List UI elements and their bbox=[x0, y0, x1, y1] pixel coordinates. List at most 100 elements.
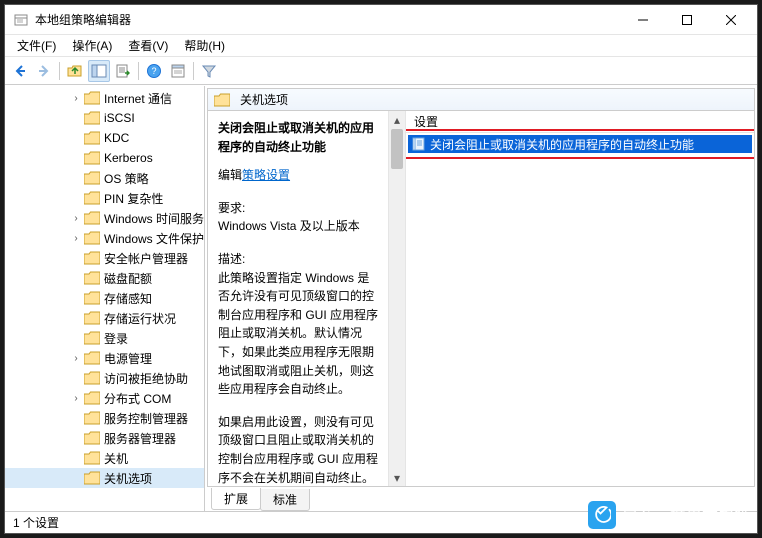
tree-node-label: 电源管理 bbox=[104, 350, 152, 367]
tree-node-label: Windows 文件保护 bbox=[104, 230, 204, 247]
statusbar: 1 个设置 bbox=[5, 511, 757, 533]
tree-node[interactable]: KDC bbox=[5, 128, 205, 148]
menu-help[interactable]: 帮助(H) bbox=[176, 35, 233, 56]
tree-node[interactable]: PIN 复杂性 bbox=[5, 188, 205, 208]
tree-node[interactable]: 关机 bbox=[5, 448, 205, 468]
requirements-label: 要求: bbox=[218, 199, 380, 218]
scroll-thumb[interactable] bbox=[391, 129, 403, 169]
help-button[interactable]: ? bbox=[143, 60, 165, 82]
tree-node[interactable]: 存储感知 bbox=[5, 288, 205, 308]
scroll-down-icon[interactable]: ▾ bbox=[389, 469, 405, 486]
tree-node-label: iSCSI bbox=[104, 111, 135, 125]
tree-node-label: 存储运行状况 bbox=[104, 310, 176, 327]
details-header: 关机选项 bbox=[208, 89, 754, 111]
tree-node[interactable]: 安全帐户管理器 bbox=[5, 248, 205, 268]
folder-icon bbox=[84, 431, 100, 445]
tree-node-label: 存储感知 bbox=[104, 290, 152, 307]
expander-icon[interactable]: › bbox=[69, 351, 83, 365]
properties-button[interactable] bbox=[167, 60, 189, 82]
app-window: 本地组策略编辑器 文件(F) 操作(A) 查看(V) 帮助(H) bbox=[4, 4, 758, 534]
folder-icon bbox=[84, 271, 100, 285]
edit-policy-link[interactable]: 策略设置 bbox=[242, 168, 290, 182]
policy-description: 关闭会阻止或取消关机的应用程序的自动终止功能 编辑策略设置 要求: Window… bbox=[208, 111, 388, 486]
menu-action[interactable]: 操作(A) bbox=[64, 35, 120, 56]
tree-node[interactable]: 存储运行状况 bbox=[5, 308, 205, 328]
folder-icon bbox=[84, 91, 100, 105]
expander-icon[interactable]: › bbox=[69, 211, 83, 225]
edit-label: 编辑 bbox=[218, 168, 242, 182]
menu-file[interactable]: 文件(F) bbox=[9, 35, 64, 56]
list-item[interactable]: 关闭会阻止或取消关机的应用程序的自动终止功能 bbox=[408, 135, 752, 153]
export-list-button[interactable] bbox=[112, 60, 134, 82]
tree-node-label: Kerberos bbox=[104, 151, 153, 165]
policy-icon bbox=[412, 137, 426, 151]
toolbar: ? bbox=[5, 57, 757, 85]
scroll-up-icon[interactable]: ▴ bbox=[389, 111, 405, 128]
tree-node[interactable]: OS 策略 bbox=[5, 168, 205, 188]
details-pane: 关机选项 关闭会阻止或取消关机的应用程序的自动终止功能 编辑策略设置 要求: W… bbox=[207, 88, 755, 487]
folder-icon bbox=[84, 131, 100, 145]
tree-node-label: Internet 通信 bbox=[104, 90, 172, 107]
tree-node[interactable]: › Internet 通信 bbox=[5, 88, 205, 108]
tree-node-label: 登录 bbox=[104, 330, 128, 347]
maximize-button[interactable] bbox=[665, 5, 709, 35]
tree-node[interactable]: iSCSI bbox=[5, 108, 205, 128]
tree-node[interactable]: › Windows 文件保护 bbox=[5, 228, 205, 248]
expander-icon[interactable]: › bbox=[69, 91, 83, 105]
folder-icon bbox=[84, 411, 100, 425]
expander-icon[interactable]: › bbox=[69, 231, 83, 245]
tree[interactable]: › Internet 通信 iSCSI KDC Kerberos OS 策略 PIN 复杂性… bbox=[5, 86, 205, 511]
folder-icon bbox=[84, 231, 100, 245]
folder-icon bbox=[84, 291, 100, 305]
folder-icon bbox=[84, 191, 100, 205]
tree-node-label: KDC bbox=[104, 131, 129, 145]
tree-node-label: PIN 复杂性 bbox=[104, 190, 163, 207]
filter-button[interactable] bbox=[198, 60, 220, 82]
folder-icon bbox=[84, 311, 100, 325]
menu-view[interactable]: 查看(V) bbox=[120, 35, 176, 56]
list-item-label: 关闭会阻止或取消关机的应用程序的自动终止功能 bbox=[430, 136, 694, 153]
tree-node[interactable]: › Windows 时间服务 bbox=[5, 208, 205, 228]
tree-node-label: Windows 时间服务 bbox=[104, 210, 204, 227]
description-scrollbar[interactable]: ▴ ▾ bbox=[388, 111, 405, 486]
tree-node[interactable]: › 电源管理 bbox=[5, 348, 205, 368]
tree-node[interactable]: › 分布式 COM bbox=[5, 388, 205, 408]
settings-list-body[interactable]: 关闭会阻止或取消关机的应用程序的自动终止功能 bbox=[406, 133, 754, 486]
show-tree-button[interactable] bbox=[88, 60, 110, 82]
menubar: 文件(F) 操作(A) 查看(V) 帮助(H) bbox=[5, 35, 757, 57]
folder-icon bbox=[84, 371, 100, 385]
folder-icon bbox=[84, 471, 100, 485]
requirements-value: Windows Vista 及以上版本 bbox=[218, 217, 380, 236]
folder-icon bbox=[84, 451, 100, 465]
tree-node-label: 安全帐户管理器 bbox=[104, 250, 188, 267]
tree-node-label: 分布式 COM bbox=[104, 390, 171, 407]
expander-icon[interactable]: › bbox=[69, 391, 83, 405]
folder-icon bbox=[84, 391, 100, 405]
close-button[interactable] bbox=[709, 5, 753, 35]
column-header-setting[interactable]: 设置 bbox=[406, 111, 754, 133]
tab-standard[interactable]: 标准 bbox=[260, 489, 310, 511]
back-button[interactable] bbox=[9, 60, 31, 82]
toolbar-separator bbox=[59, 62, 60, 80]
tree-node[interactable]: Kerberos bbox=[5, 148, 205, 168]
svg-text:?: ? bbox=[151, 66, 156, 76]
tree-node[interactable]: 登录 bbox=[5, 328, 205, 348]
minimize-button[interactable] bbox=[621, 5, 665, 35]
toolbar-separator bbox=[193, 62, 194, 80]
up-folder-button[interactable] bbox=[64, 60, 86, 82]
window-controls bbox=[621, 5, 753, 35]
settings-list: 设置 关闭会阻止或取消关机的应用程序的自动终止功能 bbox=[405, 111, 754, 486]
tree-node[interactable]: 服务器管理器 bbox=[5, 428, 205, 448]
folder-icon bbox=[84, 331, 100, 345]
status-text: 1 个设置 bbox=[13, 514, 59, 531]
body: › Internet 通信 iSCSI KDC Kerberos OS 策略 PIN 复杂性… bbox=[5, 85, 757, 511]
tree-node[interactable]: 关机选项 bbox=[5, 468, 205, 488]
description-label: 描述: bbox=[218, 250, 380, 269]
tree-node[interactable]: 服务控制管理器 bbox=[5, 408, 205, 428]
tree-node[interactable]: 磁盘配额 bbox=[5, 268, 205, 288]
titlebar: 本地组策略编辑器 bbox=[5, 5, 757, 35]
tree-node-label: 服务控制管理器 bbox=[104, 410, 188, 427]
forward-button[interactable] bbox=[33, 60, 55, 82]
tab-extended[interactable]: 扩展 bbox=[211, 488, 261, 510]
tree-node[interactable]: 访问被拒绝协助 bbox=[5, 368, 205, 388]
